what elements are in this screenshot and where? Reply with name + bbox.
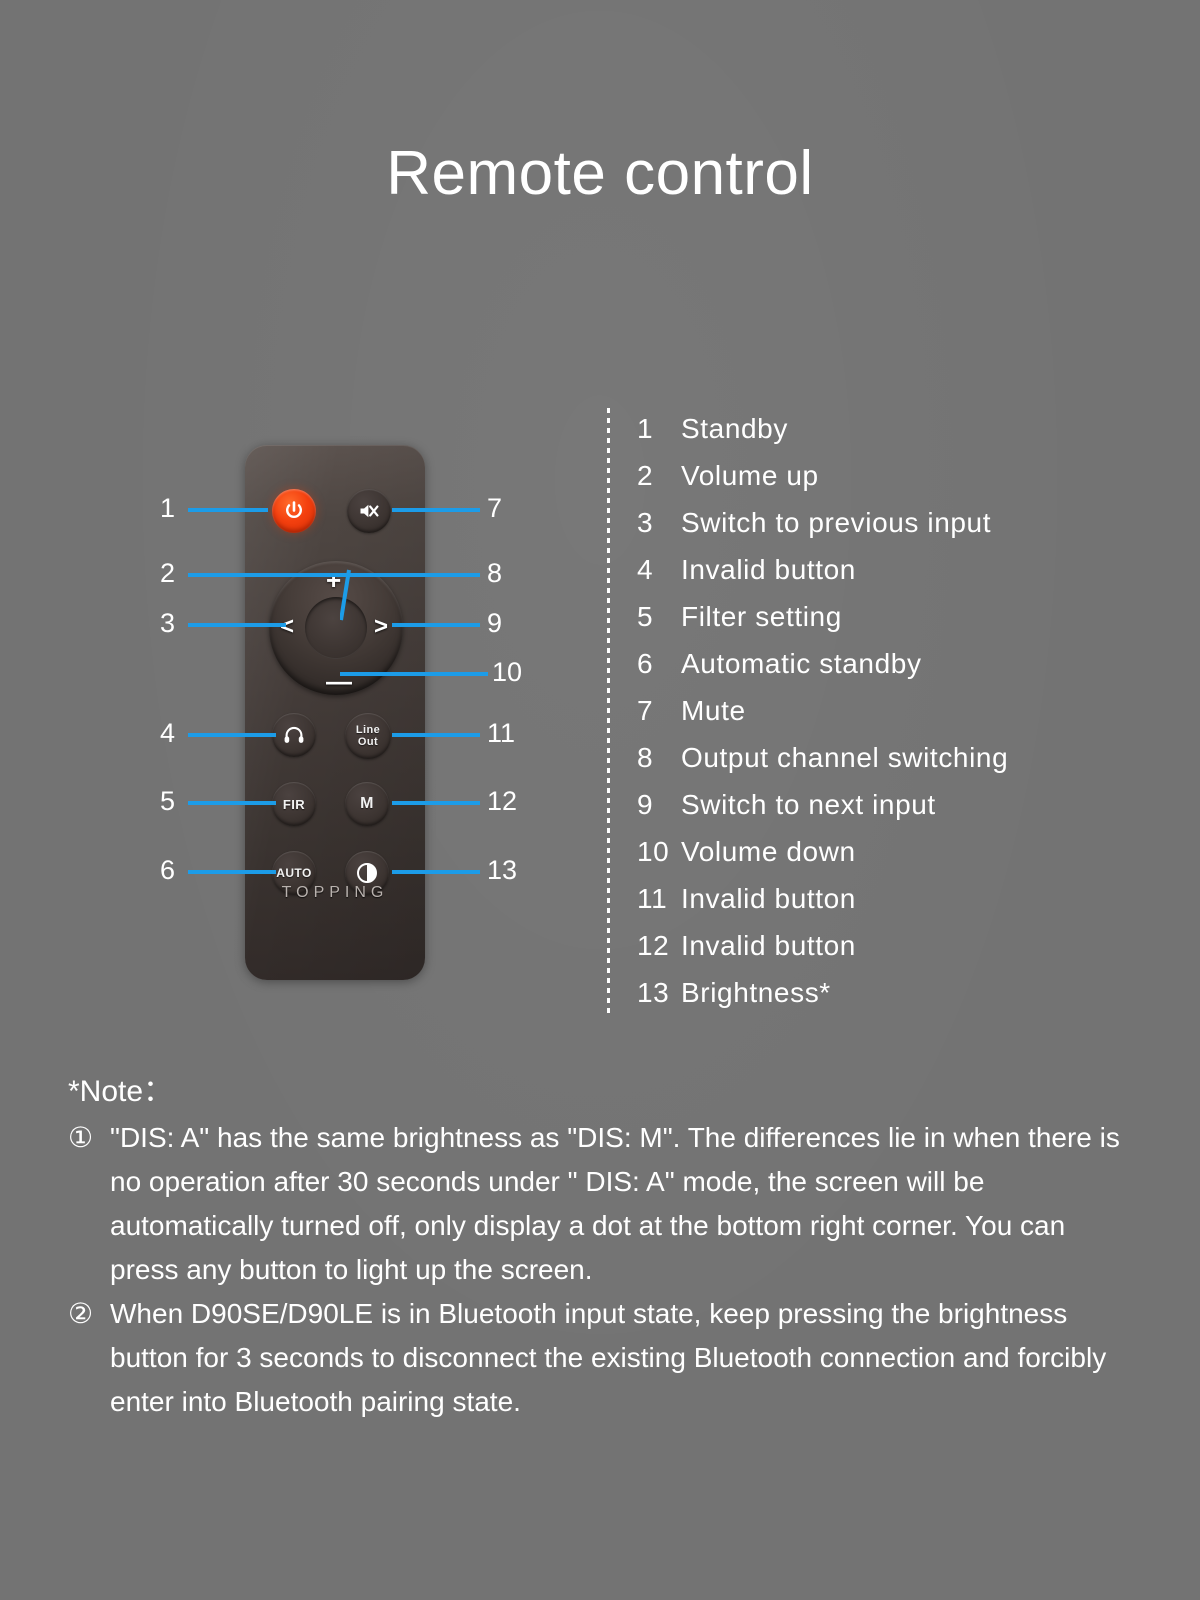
- fir-label: FIR: [282, 796, 306, 812]
- auto-label: AUTO: [276, 866, 312, 880]
- list-item: 13 Brightness*: [637, 977, 1177, 1024]
- leader-line-1: [188, 508, 268, 512]
- callout-number-8: 8: [487, 558, 503, 588]
- list-item: 1 Standby: [637, 413, 1177, 460]
- leader-line-12: [392, 801, 480, 805]
- legend-number: 7: [637, 695, 654, 726]
- legend-label: Switch to previous input: [681, 507, 992, 538]
- note-item-1: ① "DIS: A" has the same brightness as "D…: [68, 1116, 1128, 1292]
- legend-list: 1 Standby 2 Volume up 3 Switch to previo…: [637, 413, 1177, 1024]
- callout-number-4: 4: [160, 718, 176, 748]
- legend-label: Standby: [681, 413, 788, 444]
- list-item: 5 Filter setting: [637, 601, 1177, 648]
- callout-number-12: 12: [487, 786, 518, 816]
- list-item: 2 Volume up: [637, 460, 1177, 507]
- legend-label: Mute: [681, 695, 746, 726]
- legend-number: 12: [637, 930, 670, 961]
- note-text-1: "DIS: A" has the same brightness as "DIS…: [110, 1122, 1120, 1285]
- leader-line-9: [392, 623, 480, 627]
- brightness-icon: [357, 863, 377, 883]
- note-item-2: ② When D90SE/D90LE is in Bluetooth input…: [68, 1292, 1128, 1424]
- callout-number-10: 10: [492, 657, 523, 687]
- legend-number: 9: [637, 789, 654, 820]
- line-out-label-1: Line: [355, 724, 381, 736]
- note-marker-1: ①: [68, 1122, 94, 1153]
- power-icon: [286, 501, 302, 518]
- callout-number-13: 13: [487, 855, 518, 885]
- leader-line-3: [188, 623, 286, 627]
- list-item: 12 Invalid button: [637, 930, 1177, 977]
- leader-line-11: [392, 733, 480, 737]
- legend-label: Volume up: [681, 460, 819, 491]
- legend-label: Invalid button: [681, 930, 856, 961]
- page-title: Remote control: [386, 139, 814, 208]
- legend-number: 4: [637, 554, 654, 585]
- legend-divider: [607, 408, 610, 1013]
- callout-number-5: 5: [160, 786, 176, 816]
- leader-line-10: [340, 672, 488, 676]
- previous-input-label: <: [280, 613, 295, 640]
- brand-logo: TOPPING: [281, 884, 389, 901]
- legend-label: Invalid button: [681, 554, 856, 585]
- leader-line-8: [348, 573, 480, 577]
- legend-label: Invalid button: [681, 883, 856, 914]
- callout-number-6: 6: [160, 855, 176, 885]
- list-item: 7 Mute: [637, 695, 1177, 742]
- mute-icon: [360, 504, 379, 518]
- legend-number: 10: [637, 836, 670, 867]
- power-button[interactable]: [272, 489, 316, 533]
- list-item: 3 Switch to previous input: [637, 507, 1177, 554]
- list-item: 11 Invalid button: [637, 883, 1177, 930]
- leader-line-7: [392, 508, 480, 512]
- list-item: 6 Automatic standby: [637, 648, 1177, 695]
- legend-label: Brightness*: [681, 977, 831, 1008]
- next-input-label: >: [374, 613, 389, 640]
- mute-button[interactable]: [347, 489, 391, 533]
- callout-number-2: 2: [160, 558, 176, 588]
- list-item: 8 Output channel switching: [637, 742, 1177, 789]
- list-item: 10 Volume down: [637, 836, 1177, 883]
- note-title: *Note：: [68, 1075, 174, 1108]
- leader-line-4: [188, 733, 276, 737]
- legend-label: Output channel switching: [681, 742, 1009, 773]
- list-item: 9 Switch to next input: [637, 789, 1177, 836]
- m-button[interactable]: M: [345, 782, 389, 826]
- leader-line-6: [188, 870, 276, 874]
- leader-line-13: [392, 870, 480, 874]
- m-label: M: [360, 795, 374, 812]
- legend-label: Automatic standby: [681, 648, 922, 679]
- legend-number: 11: [637, 883, 668, 914]
- callout-number-9: 9: [487, 608, 503, 638]
- headphone-icon: [284, 726, 304, 743]
- legend-number: 5: [637, 601, 654, 632]
- leader-line-8-diagonal: [340, 569, 351, 621]
- note-marker-2: ②: [68, 1298, 94, 1329]
- legend-number: 1: [637, 413, 654, 444]
- callout-number-7: 7: [487, 493, 503, 523]
- line-out-button[interactable]: Line Out: [345, 713, 391, 759]
- callout-number-1: 1: [160, 493, 176, 523]
- legend-label: Filter setting: [681, 601, 842, 632]
- fir-button[interactable]: FIR: [272, 782, 316, 826]
- leader-line-2: [188, 573, 348, 577]
- legend-number: 3: [637, 507, 654, 538]
- list-item: 4 Invalid button: [637, 554, 1177, 601]
- line-out-label-2: Out: [357, 736, 379, 748]
- note-section: *Note： ① "DIS: A" has the same brightnes…: [68, 1066, 1128, 1424]
- callout-number-11: 11: [487, 718, 516, 748]
- volume-up-label: +: [326, 565, 342, 595]
- callout-number-3: 3: [160, 608, 176, 638]
- legend-number: 13: [637, 977, 670, 1008]
- legend-number: 6: [637, 648, 654, 679]
- remote-diagram: 1 2 3 4 5 6 7 8 9 10 11 12 13 + — < > Li…: [0, 400, 600, 1020]
- legend-number: 2: [637, 460, 654, 491]
- headphone-button[interactable]: [272, 713, 316, 757]
- legend-label: Switch to next input: [681, 789, 936, 820]
- legend-number: 8: [637, 742, 654, 773]
- legend-label: Volume down: [681, 836, 856, 867]
- leader-line-5: [188, 801, 276, 805]
- note-text-2: When D90SE/D90LE is in Bluetooth input s…: [110, 1298, 1107, 1417]
